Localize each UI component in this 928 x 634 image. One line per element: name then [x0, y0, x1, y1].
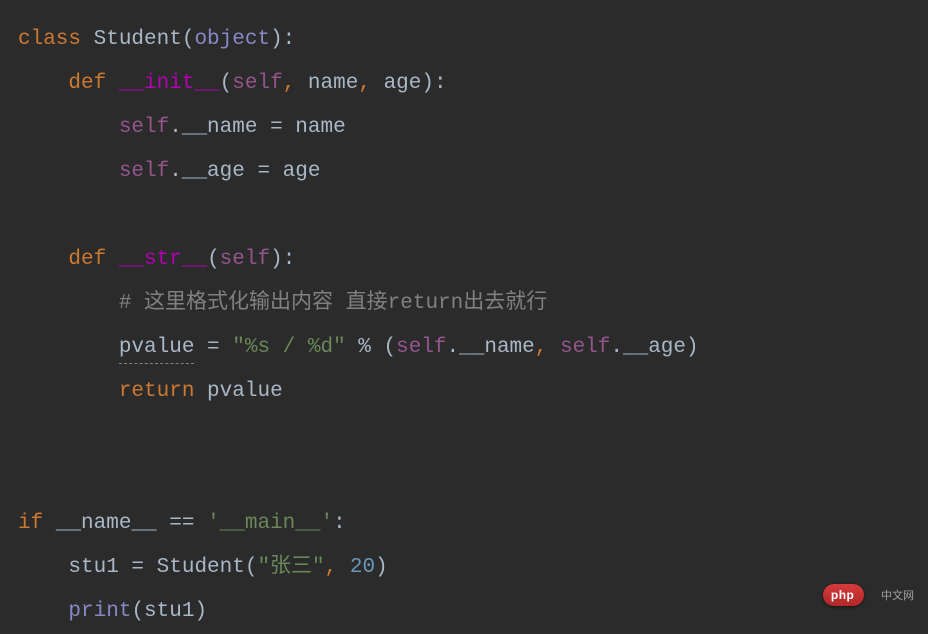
- indent: [18, 376, 119, 408]
- method-str: __str__: [119, 244, 207, 276]
- code-line-12[interactable]: if __name__ == '__main__':: [18, 502, 928, 546]
- attr-name: .__name: [447, 332, 535, 364]
- self-param: self: [232, 68, 282, 100]
- code-line-9[interactable]: return pvalue: [18, 370, 928, 414]
- class-name: Student: [81, 24, 182, 56]
- paren: ): [375, 552, 388, 584]
- keyword-if: if: [18, 508, 43, 540]
- return-value: pvalue: [194, 376, 282, 408]
- comment-text: # 这里格式化输出内容 直接return出去就行: [119, 288, 547, 320]
- self-ref: self: [560, 332, 610, 364]
- comma: ,: [325, 552, 350, 584]
- code-line-blank-10[interactable]: [18, 414, 928, 458]
- builtin-print: print: [68, 596, 131, 628]
- paren-close: ):: [270, 24, 295, 56]
- self-param: self: [220, 244, 270, 276]
- self-ref: self: [119, 112, 169, 144]
- indent: [18, 332, 119, 364]
- indent: [18, 244, 68, 276]
- var-pvalue: pvalue: [119, 332, 195, 365]
- paren: (: [220, 68, 233, 100]
- indent: [18, 552, 68, 584]
- self-ref: self: [119, 156, 169, 188]
- call-args: (stu1): [131, 596, 207, 628]
- code-line-13[interactable]: stu1 = Student("张三", 20): [18, 546, 928, 590]
- keyword-def: def: [68, 244, 106, 276]
- string-arg: "张三": [257, 552, 324, 584]
- indent: [18, 68, 68, 100]
- equals: =: [194, 332, 232, 364]
- param-age: age: [384, 68, 422, 100]
- keyword-def: def: [68, 68, 106, 100]
- assignment: stu1 = Student(: [68, 552, 257, 584]
- indent: [18, 112, 119, 144]
- colon: :: [333, 508, 346, 540]
- code-line-3[interactable]: self.__name = name: [18, 106, 928, 150]
- code-line-2[interactable]: def __init__(self, name, age):: [18, 62, 928, 106]
- code-line-blank-5[interactable]: [18, 194, 928, 238]
- code-line-6[interactable]: def __str__(self):: [18, 238, 928, 282]
- indent: [18, 288, 119, 320]
- code-editor[interactable]: class Student(object): def __init__(self…: [0, 0, 928, 634]
- code-line-1[interactable]: class Student(object):: [18, 18, 928, 62]
- paren-close: ):: [270, 244, 295, 276]
- indent: [18, 596, 68, 628]
- comma: ,: [358, 68, 383, 100]
- param-name: name: [308, 68, 358, 100]
- code-line-8[interactable]: pvalue = "%s / %d" % (self.__name, self.…: [18, 326, 928, 370]
- indent: [18, 156, 119, 188]
- paren: (: [207, 244, 220, 276]
- builtin-object: object: [194, 24, 270, 56]
- space: [106, 244, 119, 276]
- main-string: '__main__': [207, 508, 333, 540]
- code-line-4[interactable]: self.__age = age: [18, 150, 928, 194]
- paren-close: ):: [421, 68, 446, 100]
- comma: ,: [283, 68, 308, 100]
- assignment: .__name = name: [169, 112, 345, 144]
- method-init: __init__: [119, 68, 220, 100]
- code-line-14[interactable]: print(stu1): [18, 590, 928, 634]
- space: [43, 508, 56, 540]
- mod-operator: % (: [346, 332, 396, 364]
- keyword-class: class: [18, 24, 81, 56]
- space: [106, 68, 119, 100]
- attr-age: .__age): [610, 332, 698, 364]
- name-check: __name__ ==: [56, 508, 207, 540]
- self-ref: self: [396, 332, 446, 364]
- paren: (: [182, 24, 195, 56]
- comma: ,: [535, 332, 560, 364]
- keyword-return: return: [119, 376, 195, 408]
- code-line-blank-11[interactable]: [18, 458, 928, 502]
- number-arg: 20: [350, 552, 375, 584]
- format-string: "%s / %d": [232, 332, 345, 364]
- assignment: .__age = age: [169, 156, 320, 188]
- code-line-7[interactable]: # 这里格式化输出内容 直接return出去就行: [18, 282, 928, 326]
